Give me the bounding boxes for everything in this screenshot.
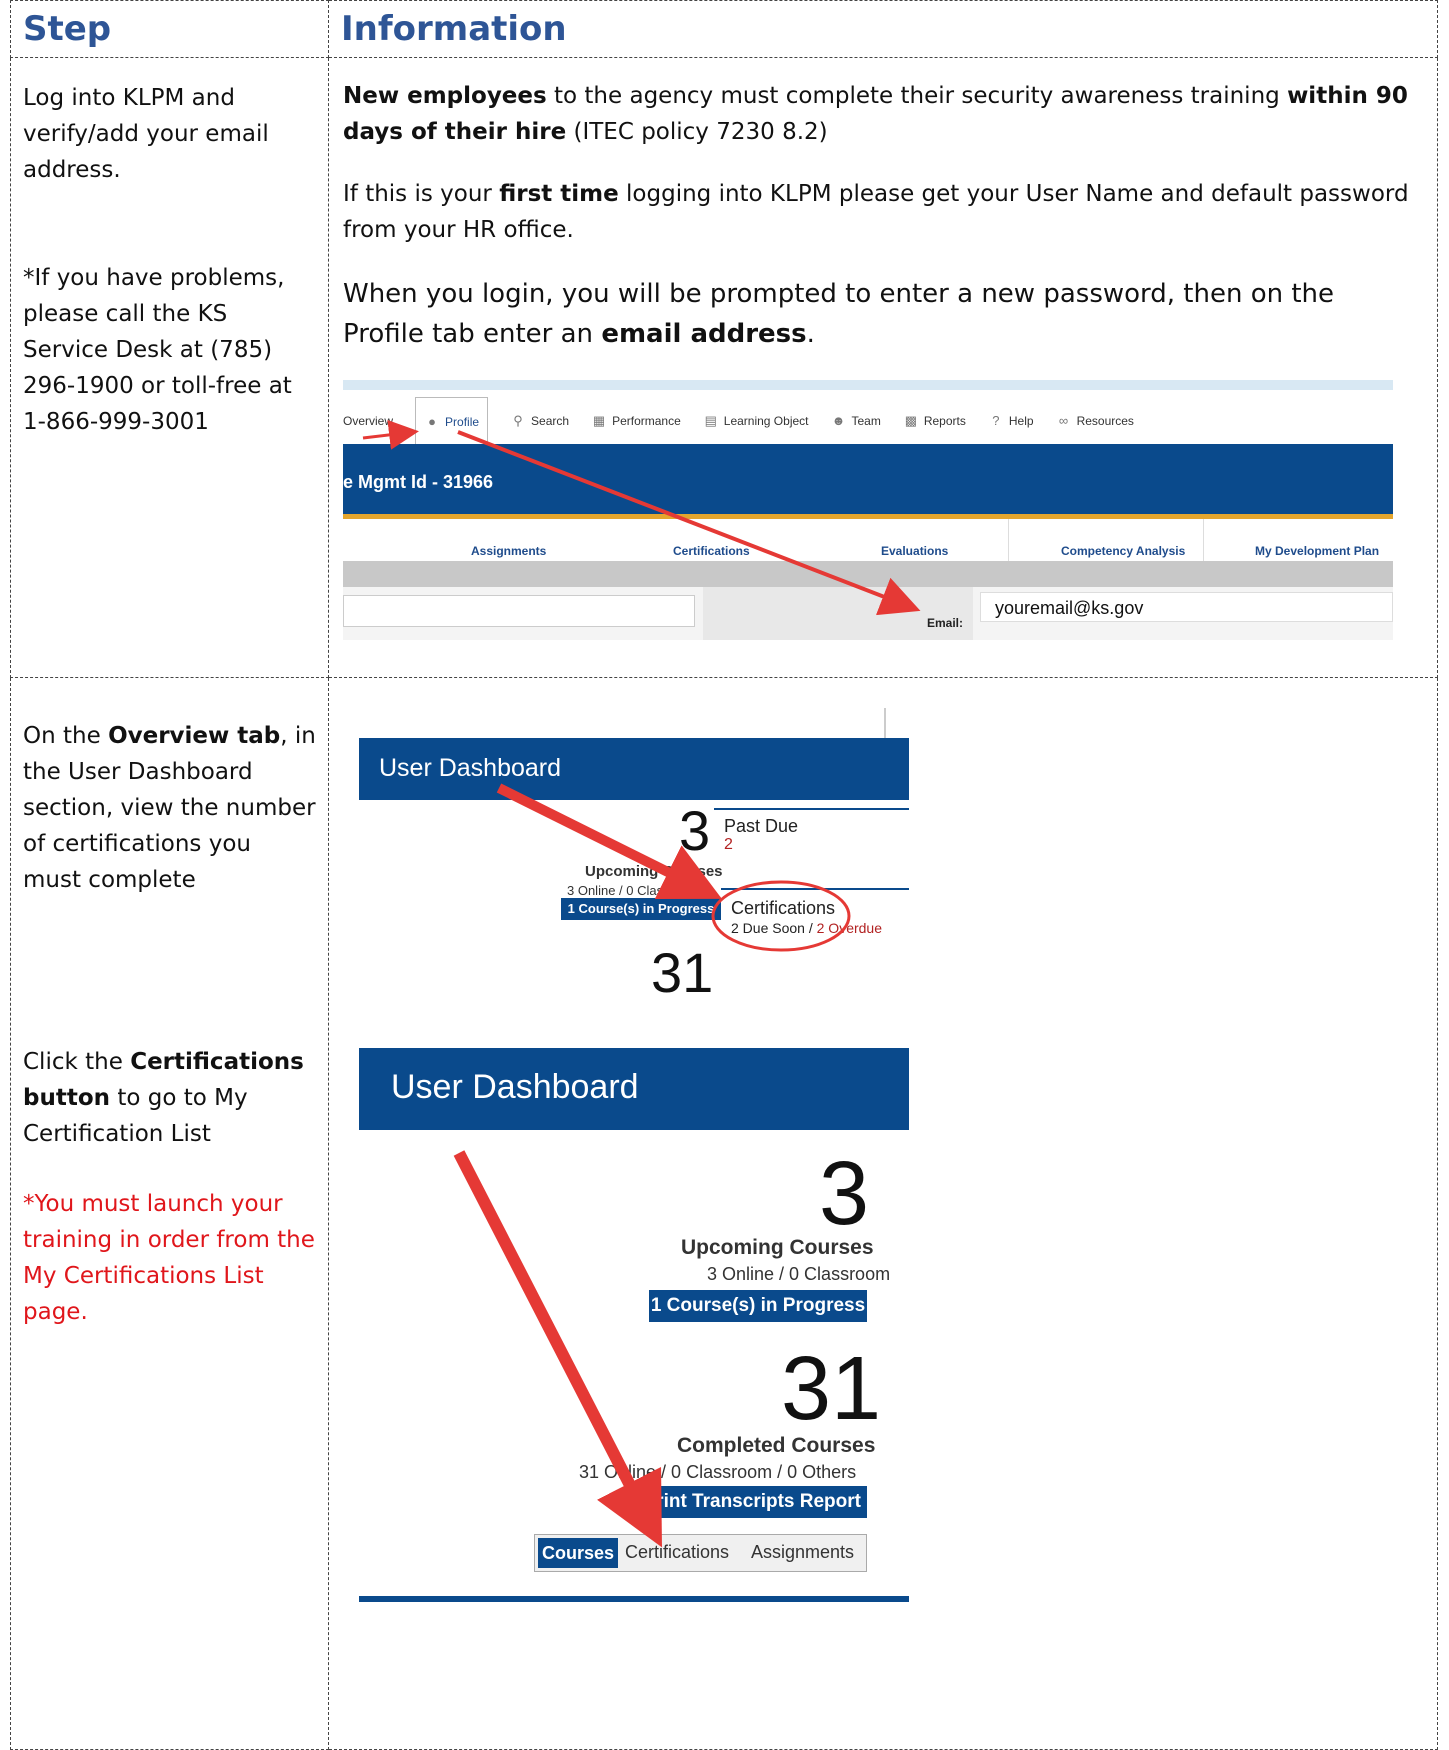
nav-profile[interactable]: ● Profile (415, 396, 489, 446)
step-1-info: New employees to the agency must complet… (329, 58, 1437, 640)
search-icon: ⚲ (513, 413, 523, 428)
print-transcripts-button[interactable]: Print Transcripts Report (639, 1486, 867, 1518)
upcoming-count: 3 (819, 1144, 870, 1244)
help-icon: ? (992, 413, 1000, 428)
dashboard-header: User Dashboard (359, 738, 909, 800)
dashboard-screenshot-large: User Dashboard 3 Upcoming Courses 3 Onli… (349, 1048, 909, 1608)
upcoming-count: 3 (679, 799, 711, 862)
certifications-label[interactable]: Certifications (731, 898, 835, 919)
info-login-prompt: When you login, you will be prompted to … (343, 279, 1335, 349)
dashboard-tab-bar: Courses Certifications Assignments (534, 1534, 867, 1572)
nav-search[interactable]: ⚲ Search (510, 403, 569, 439)
resources-icon: ∞ (1058, 413, 1069, 428)
step-2-instruction: On the Overview tab, in the User Dashboa… (23, 723, 316, 893)
profile-screenshot: Overview ● Profile ⚲ Search ▦ Performance ▤… (343, 380, 1393, 640)
header-step: Step (23, 9, 112, 49)
step-1-instruction: Log into KLPM and verify/add your email … (23, 85, 269, 183)
nav-overview[interactable]: Overview (343, 403, 393, 439)
step-2-text: On the Overview tab, in the User Dashboa… (11, 678, 328, 898)
email-field[interactable]: youremail@ks.gov (980, 592, 1393, 622)
info-first-time: If this is your first time logging into … (343, 181, 1409, 243)
dashboard-header: User Dashboard (359, 1048, 909, 1130)
in-progress-button[interactable]: 1 Course(s) in Progress (561, 898, 721, 920)
steps-table: Step Information Log into KLPM and verif… (10, 0, 1438, 1750)
upcoming-sub: 3 Online / 0 Classroom (707, 1264, 891, 1284)
completed-label: Completed Courses (677, 1434, 876, 1457)
step-1-help-note: *If you have problems, please call the K… (23, 265, 292, 435)
profile-form: Email: youremail@ks.gov (343, 587, 1393, 640)
book-icon: ▤ (704, 413, 717, 428)
table-row: Log into KLPM and verify/add your email … (10, 57, 1438, 678)
performance-icon: ▦ (592, 413, 606, 428)
nav-reports[interactable]: ▩ Reports (903, 403, 966, 439)
header-information: Information (341, 9, 567, 49)
nav-help[interactable]: ? Help (988, 403, 1033, 439)
nav-resources[interactable]: ∞ Resources (1056, 403, 1134, 439)
text-field[interactable] (343, 595, 695, 627)
tab-assignments[interactable]: Assignments (751, 1542, 854, 1563)
completed-sub: 31 Online / 0 Classroom / 0 Others (579, 1462, 857, 1482)
profile-tabs: Assignments Certifications Evaluations C… (343, 519, 1393, 561)
profile-banner: e Mgmt Id - 31966 (343, 444, 1393, 519)
completed-count: 31 (651, 941, 714, 998)
report-icon: ▩ (904, 413, 917, 428)
step-1-text: Log into KLPM and verify/add your email … (11, 58, 328, 440)
table-row: On the Overview tab, in the User Dashboa… (10, 677, 1438, 1750)
klpm-nav-bar: Overview ● Profile ⚲ Search ▦ Performance ▤… (343, 396, 1156, 446)
table-header-row: Step Information (10, 0, 1438, 58)
nav-team[interactable]: ☻ Team (831, 403, 881, 439)
certifications-status: 2 Due Soon / 2 Overdue (731, 920, 882, 936)
upcoming-label: Upcoming Courses (681, 1236, 874, 1259)
completed-count: 31 (781, 1339, 882, 1439)
nav-learning-object[interactable]: ▤ Learning Object (703, 403, 809, 439)
info-new-employees: New employees to the agency must complet… (343, 83, 1408, 145)
step-3-warning: *You must launch your training in order … (23, 1191, 315, 1325)
team-icon: ☻ (831, 413, 846, 428)
nav-performance[interactable]: ▦ Performance (591, 403, 681, 439)
upcoming-sub: 3 Online / 0 Classroom (567, 883, 700, 898)
red-arrow-annotation (453, 1150, 662, 1548)
tab-certifications[interactable]: Certifications (625, 1542, 729, 1563)
past-due-count: 2 (724, 836, 733, 853)
dashboard-screenshot-small: User Dashboard 3 Past Due 2 Upcoming Cou… (349, 708, 909, 998)
instructions-sheet: Step Information Log into KLPM and verif… (10, 0, 1438, 1750)
tab-courses[interactable]: Courses (538, 1538, 618, 1568)
step-3-text: Click the Certifications button to go to… (11, 898, 328, 1330)
past-due-label: Past Due (724, 816, 799, 836)
email-label: Email: (927, 616, 964, 630)
user-icon: ● (428, 413, 436, 429)
in-progress-button[interactable]: 1 Course(s) in Progress (649, 1290, 867, 1322)
step-3-instruction: Click the Certifications button to go to… (23, 1049, 304, 1147)
upcoming-label: Upcoming Courses (585, 863, 723, 880)
